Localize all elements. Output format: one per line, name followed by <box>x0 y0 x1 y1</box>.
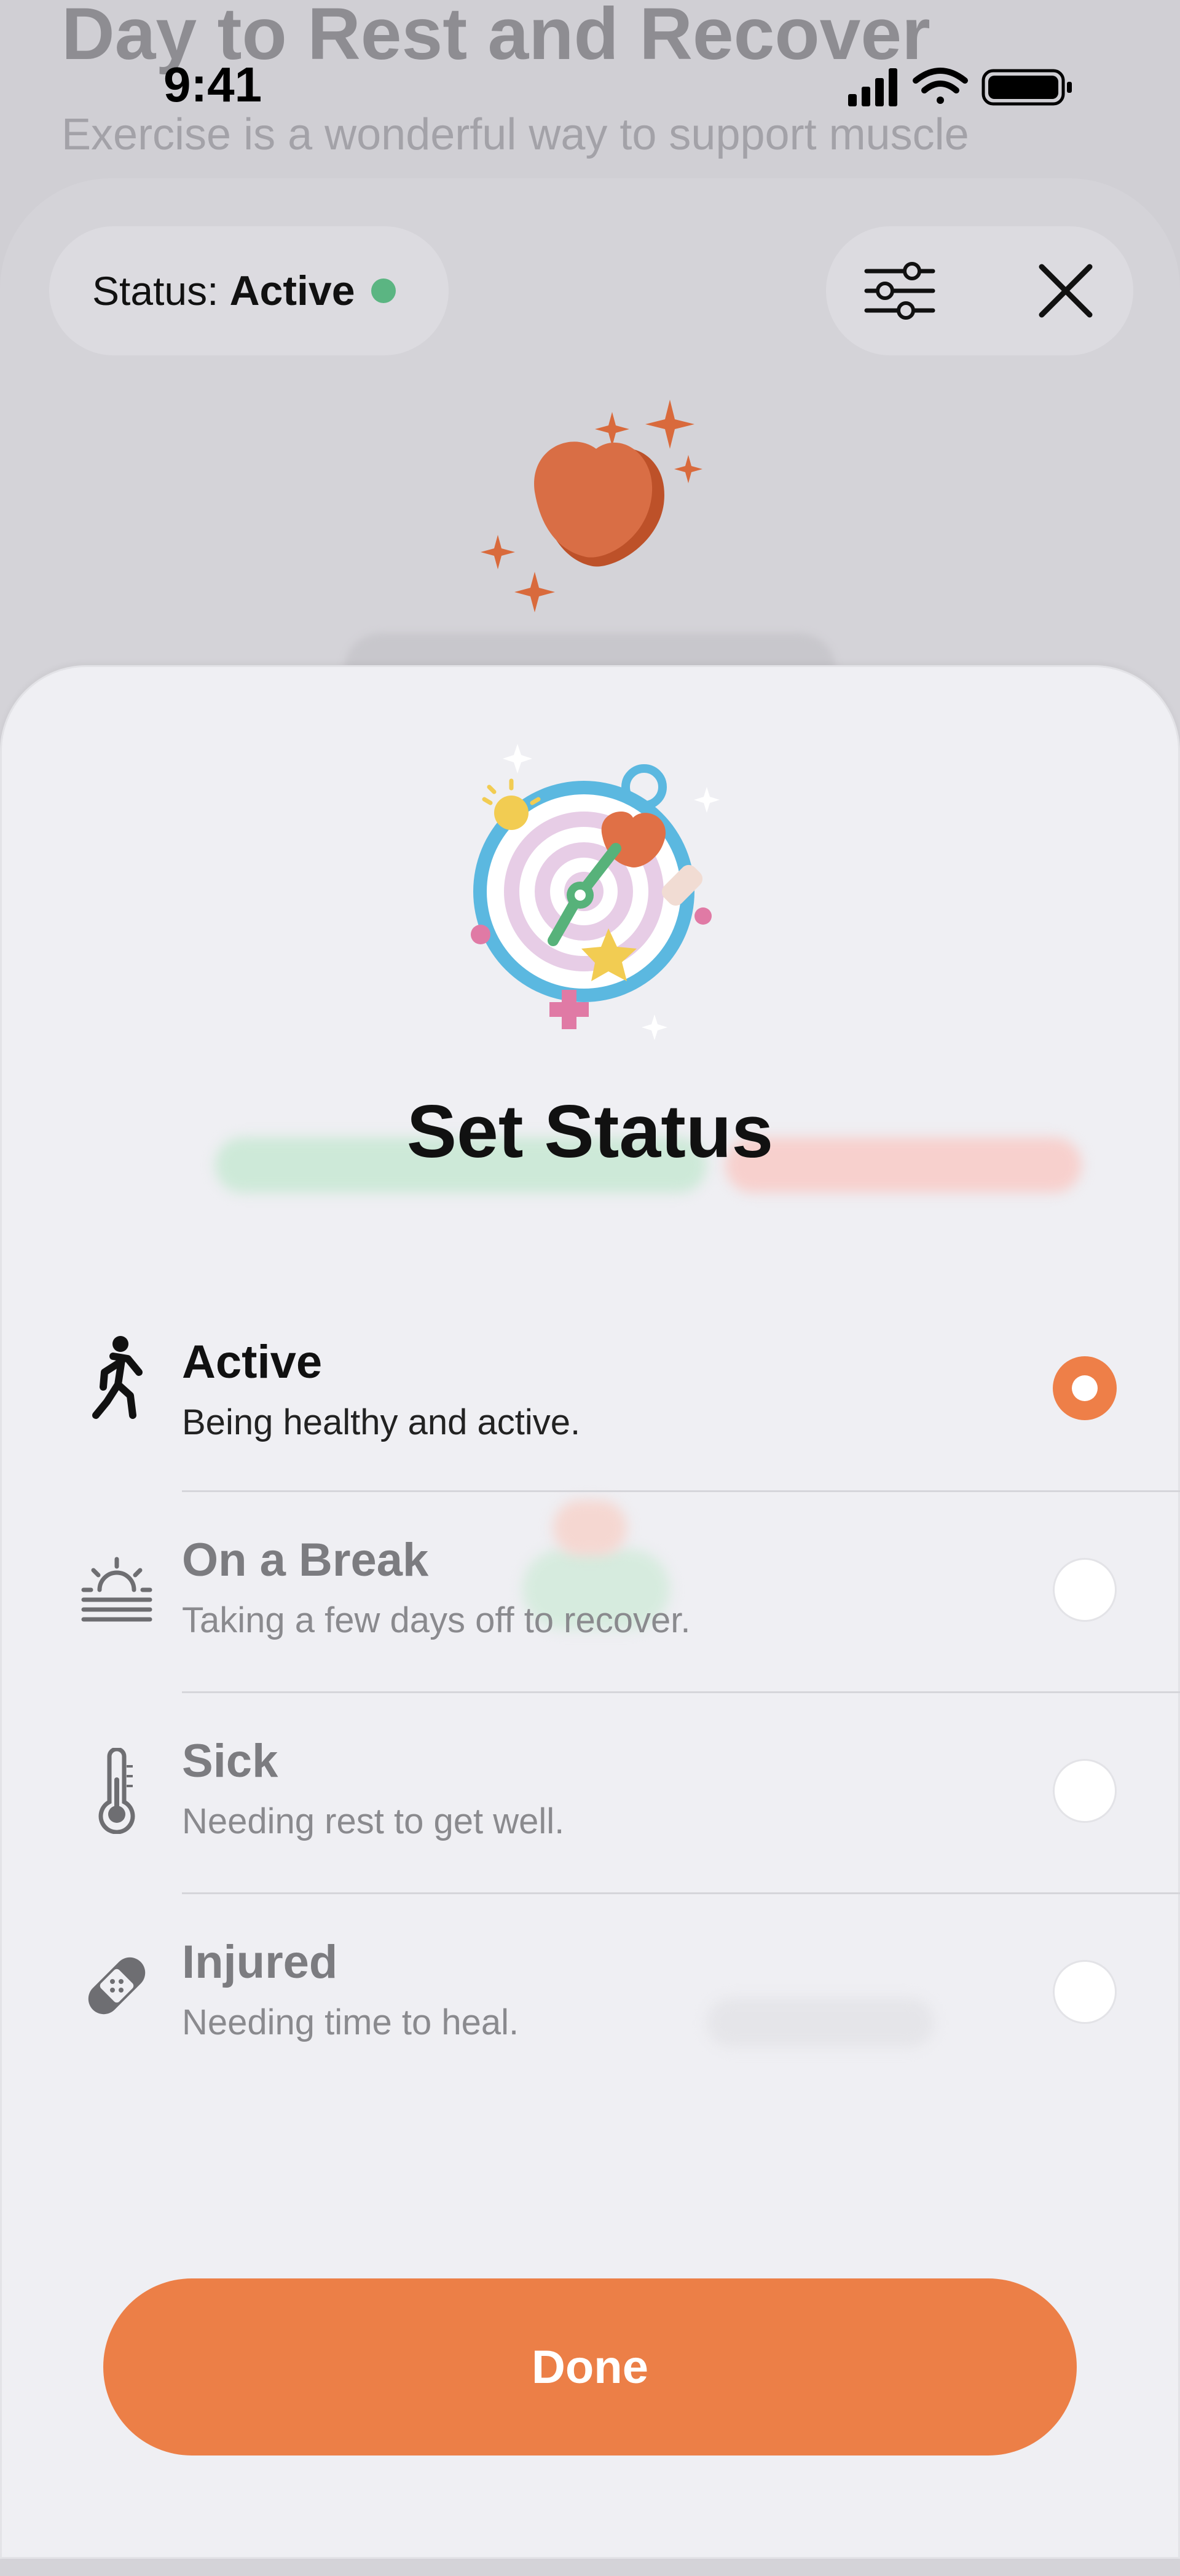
close-icon <box>1039 264 1093 318</box>
status-option-active[interactable]: Active Being healthy and active. <box>0 1291 1180 1491</box>
status-indicator-dot <box>371 279 396 303</box>
status-option-description: Being healthy and active. <box>182 1402 581 1442</box>
clock: 9:41 <box>163 57 262 112</box>
heart-sparkles-illustration <box>481 400 702 612</box>
radio-unselected[interactable] <box>1053 1759 1117 1823</box>
status-option-description: Taking a few days off to recover. <box>182 1600 691 1640</box>
radio-unselected[interactable] <box>1053 1960 1117 2024</box>
status-option-label: Injured <box>182 1936 338 1988</box>
status-option-sick[interactable]: Sick Needing rest to get well. <box>0 1693 1180 1893</box>
battery-icon <box>981 69 1072 106</box>
status-option-label: On a Break <box>182 1534 429 1586</box>
status-bar-icons <box>848 68 1072 106</box>
card-actions <box>826 226 1133 355</box>
status-value: Active <box>229 267 355 314</box>
walking-person-icon <box>74 1334 160 1420</box>
filter-button[interactable] <box>838 229 961 352</box>
sunset-icon <box>74 1547 160 1633</box>
sheet-title: Set Status <box>406 1089 774 1173</box>
sliders-icon <box>864 262 935 320</box>
current-status-pill[interactable]: Status: Active <box>49 226 449 355</box>
cellular-signal-icon <box>848 68 897 106</box>
status-option-on-a-break[interactable]: On a Break Taking a few days off to reco… <box>0 1491 1180 1692</box>
done-button[interactable]: Done <box>103 2278 1077 2455</box>
status-option-label: Active <box>182 1336 323 1388</box>
status-option-injured[interactable]: Injured Needing time to heal. <box>0 1894 1180 2094</box>
status-option-description: Needing rest to get well. <box>182 1801 565 1841</box>
thermometer-icon <box>74 1748 160 1834</box>
status-label: Status: <box>92 268 219 314</box>
status-option-description: Needing time to heal. <box>182 2002 519 2042</box>
status-option-label: Sick <box>182 1735 278 1787</box>
close-button[interactable] <box>1004 229 1127 352</box>
status-bar: 9:41 <box>0 0 1180 112</box>
wifi-icon <box>913 68 968 104</box>
compass-illustration <box>471 744 720 1040</box>
background-article-body: Exercise is a wonderful way to support m… <box>61 110 969 159</box>
radio-unselected[interactable] <box>1053 1558 1117 1622</box>
radio-selected[interactable] <box>1053 1356 1117 1420</box>
bandage-icon <box>74 1943 160 2029</box>
